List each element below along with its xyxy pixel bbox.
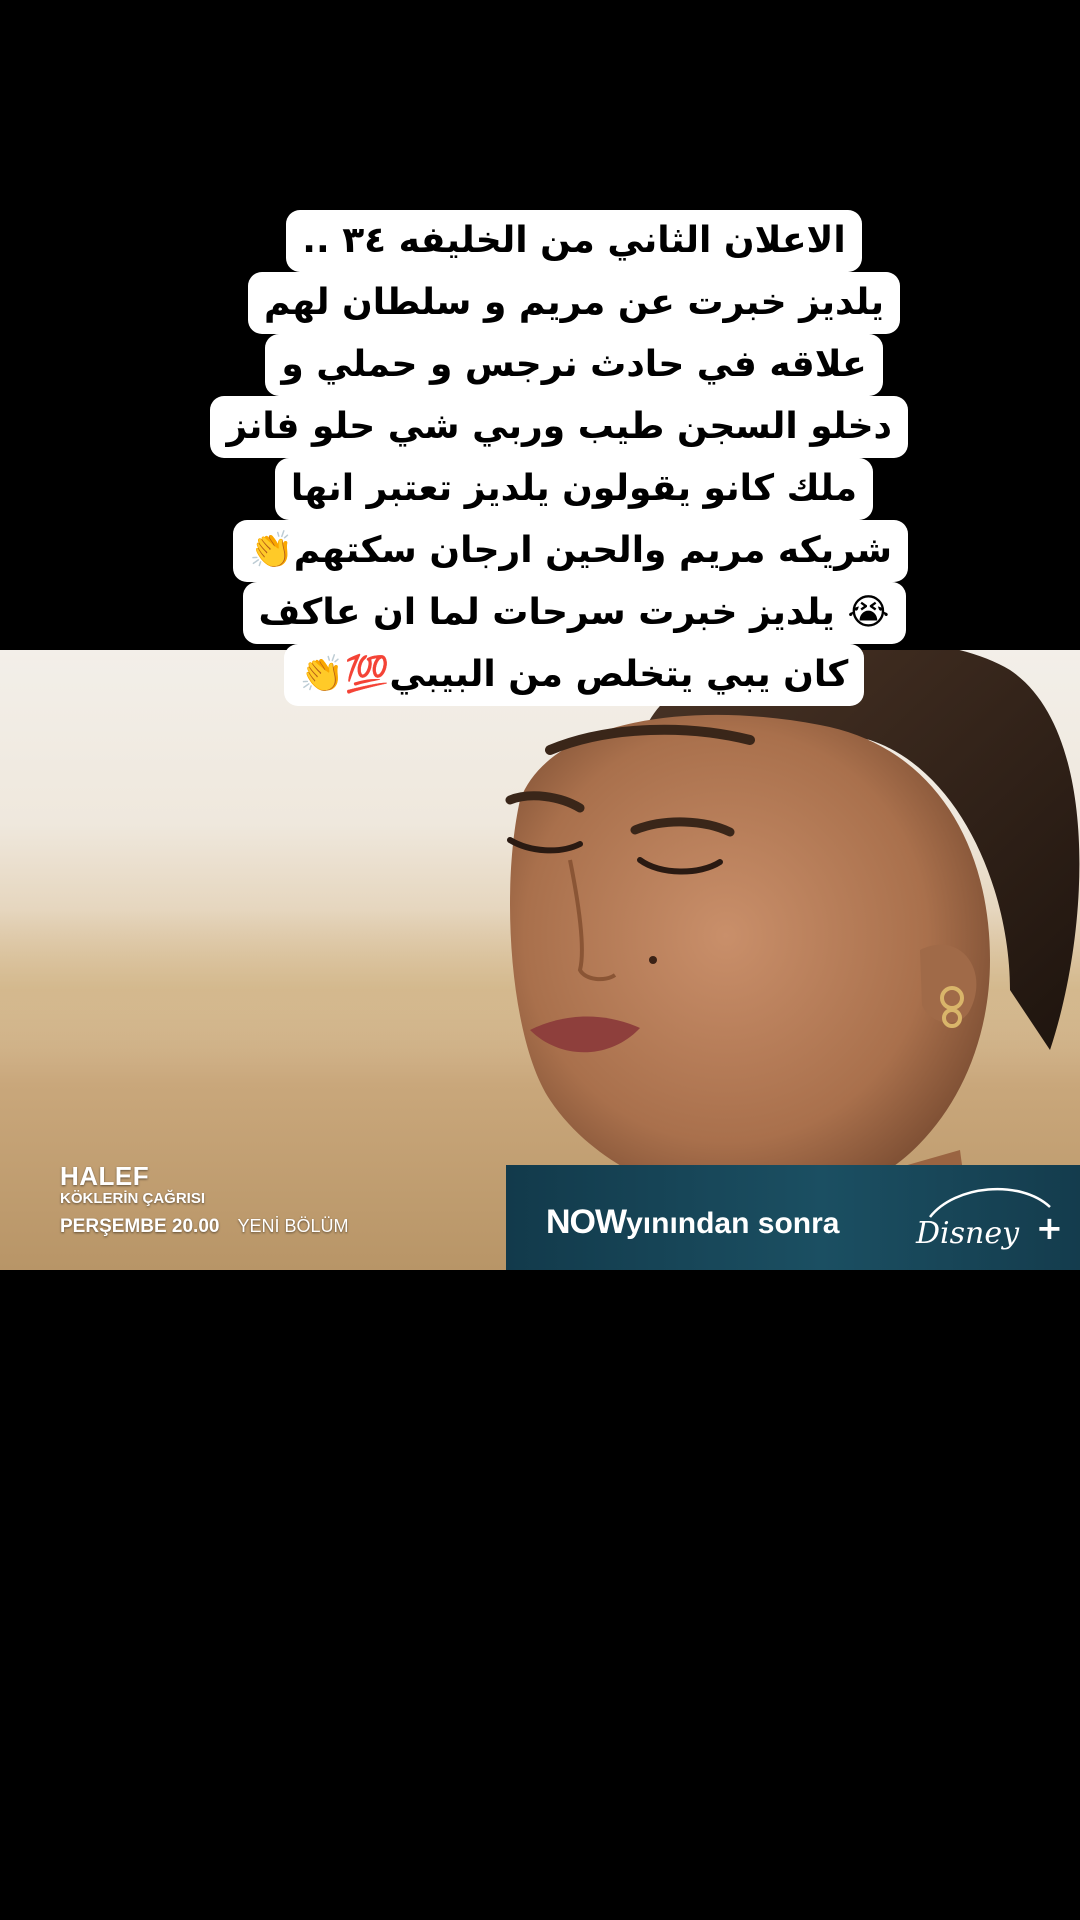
caption-line: ملك كانو يقولون يلديز تعتبر انها xyxy=(274,458,874,520)
caption-line: علاقه في حادث نرجس و حملي و xyxy=(265,334,883,396)
caption-line: شريكه مريم والحين ارجان سكتهم👏 xyxy=(232,520,908,582)
caption-line: كان يبي يتخلص من البيبي💯👏 xyxy=(283,644,865,706)
show-title: HALEF xyxy=(60,1161,150,1191)
caption-line: دخلو السجن طيب وربي شي حلو فانز xyxy=(210,396,908,458)
caption-overlay: الاعلان الثاني من الخليفه ٣٤ .. يلديز خب… xyxy=(210,210,908,706)
schedule-time: PERŞEMBE 20.00 xyxy=(60,1216,220,1237)
caption-line: 😭 يلديز خبرت سرحات لما ان عاكف xyxy=(242,582,906,644)
broadcast-text: NOWyınından sonra xyxy=(546,1203,839,1242)
episode-label: YENİ BÖLÜM xyxy=(237,1216,349,1236)
svg-text:Disney: Disney xyxy=(915,1216,1020,1251)
show-subtitle: KÖKLERİN ÇAĞRISI xyxy=(60,1190,206,1207)
show-schedule: PERŞEMBE 20.00 YENİ BÖLÜM xyxy=(60,1212,349,1241)
show-logo: HALEF KÖKLERİN ÇAĞRISI PERŞEMBE 20.00 YEN… xyxy=(60,1162,349,1241)
svg-text:+: + xyxy=(1036,1209,1060,1247)
now-logo: NOW xyxy=(546,1203,627,1241)
caption-line: يلديز خبرت عن مريم و سلطان لهم xyxy=(247,272,901,334)
broadcast-caption: yınından sonra xyxy=(626,1207,840,1240)
disney-plus-logo: Disney + xyxy=(910,1177,1063,1259)
video-frame[interactable]: HALEF KÖKLERİN ÇAĞRISI PERŞEMBE 20.00 YEN… xyxy=(0,650,1080,1270)
caption-line: الاعلان الثاني من الخليفه ٣٤ .. xyxy=(286,210,862,272)
broadcast-bar: NOWyınından sonra Disney + xyxy=(506,1165,1080,1270)
